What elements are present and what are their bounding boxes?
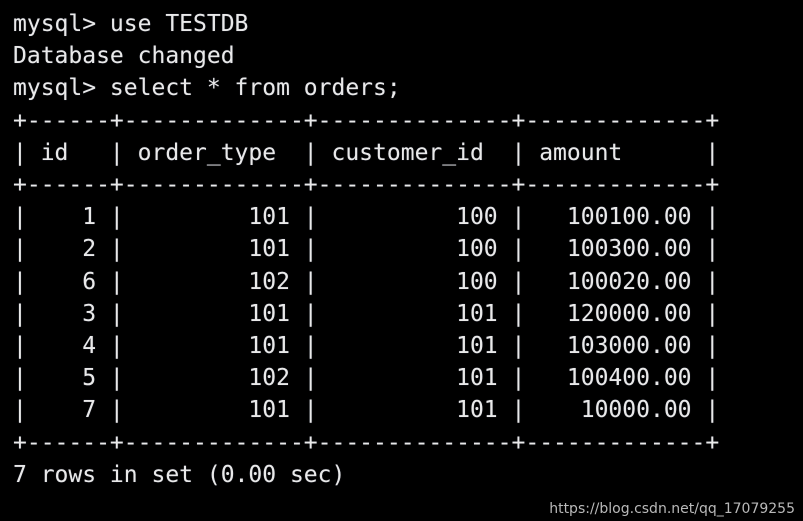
terminal-output[interactable]: mysql> use TESTDB Database changed mysql… [13,8,719,491]
watermark-url: https://blog.csdn.net/qq_17079255 [549,501,795,517]
terminal-window: mysql> use TESTDB Database changed mysql… [0,0,803,521]
